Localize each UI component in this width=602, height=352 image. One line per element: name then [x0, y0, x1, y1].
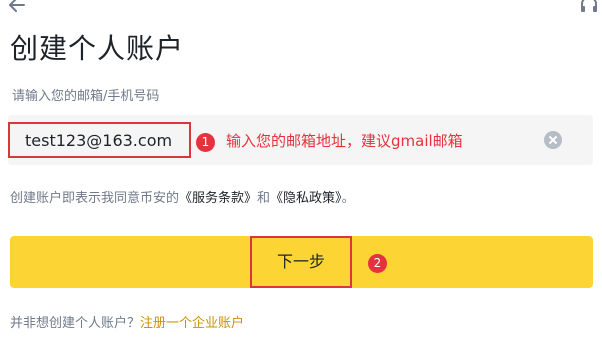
arrow-left-icon[interactable] — [6, 0, 28, 16]
terms-and: 和 — [257, 191, 271, 206]
next-highlight-box: 下一步 — [250, 236, 352, 288]
step-1-annotation: 输入您的邮箱地址，建议gmail邮箱 — [226, 132, 463, 150]
register-business-link[interactable]: 注册一个企业账户 — [140, 316, 244, 331]
next-button[interactable]: 下一步 2 — [10, 236, 593, 288]
email-field[interactable]: test123@163.com 1 输入您的邮箱地址，建议gmail邮箱 — [8, 115, 593, 165]
footer: 并非想创建个人账户？注册一个企业账户 — [10, 315, 244, 333]
page-title: 创建个人账户 — [10, 32, 185, 65]
email-field-label: 请输入您的邮箱/手机号码 — [12, 89, 160, 104]
terms-of-service-link[interactable]: 《服务条款》 — [179, 191, 257, 206]
terms-agreement: 创建账户即表示我同意币安的《服务条款》和《隐私政策》。 — [10, 190, 355, 208]
email-input-value[interactable]: test123@163.com — [8, 124, 198, 162]
step-2-badge: 2 — [368, 254, 387, 273]
step-1-badge: 1 — [196, 133, 215, 152]
footer-question: 并非想创建个人账户？ — [10, 316, 141, 331]
privacy-policy-link[interactable]: 《隐私政策》 — [270, 191, 342, 206]
terms-prefix: 创建账户即表示我同意币安的 — [10, 191, 180, 206]
next-button-label[interactable]: 下一步 — [252, 238, 350, 286]
headset-icon[interactable] — [578, 0, 600, 16]
clear-circle-icon[interactable] — [544, 131, 562, 149]
terms-suffix: 。 — [341, 191, 355, 206]
